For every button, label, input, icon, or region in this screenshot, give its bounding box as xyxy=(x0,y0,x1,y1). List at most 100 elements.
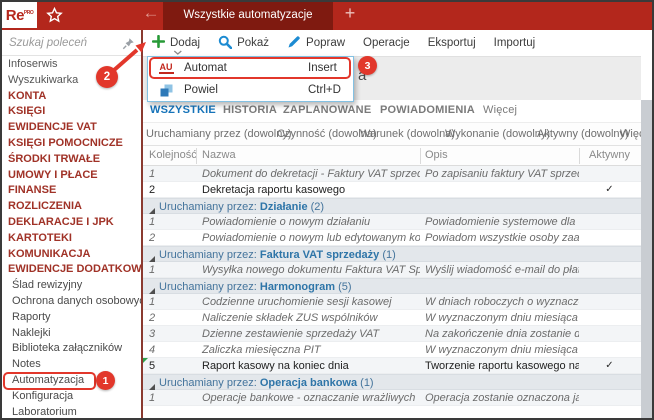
column-header-nazwa[interactable]: Nazwa xyxy=(202,149,236,161)
column-header-aktywny[interactable]: Aktywny xyxy=(579,149,640,161)
table-row[interactable]: 3 Dzienne zestawienie sprzedaży VAT Na zak… xyxy=(143,326,641,342)
sidebar-item-ksi-gi[interactable]: KSIĘGI xyxy=(2,104,141,120)
group-header-dzia-anie[interactable]: Uruchamiany przez: Działanie (2) xyxy=(143,198,641,215)
pencil-icon xyxy=(287,35,301,52)
group-header-faktura-vat-sprzeda-y[interactable]: Uruchamiany przez: Faktura VAT sprzedaży… xyxy=(143,246,641,263)
filter-aktywny-dowolny[interactable]: Aktywny (dowolny) xyxy=(537,128,629,140)
column-header-kolejnosc[interactable]: Kolejność xyxy=(149,149,197,161)
filter-uruchamiany-przez-dowolny[interactable]: Uruchamiany przez (dowolny) xyxy=(146,128,292,140)
sidebar-item-rodki-trwa-e[interactable]: ŚRODKI TRWAŁE xyxy=(2,152,141,168)
cell-nazwa: Zaliczka miesięczna PIT xyxy=(202,344,321,356)
sidebar-item-ksi-gi-pomocnicze[interactable]: KSIĘGI POMOCNICZE xyxy=(2,136,141,152)
back-arrow-icon[interactable]: ← xyxy=(140,3,162,23)
view-tabs: WSZYSTKIE HISTORIA ZAPLANOWANE POWIADOMIENI… xyxy=(143,100,641,122)
sidebar-item-biblioteka-za-cznik-w[interactable]: Biblioteka załączników xyxy=(2,341,141,357)
table-row[interactable]: 2 Dekretacja raportu kasowego ✓ xyxy=(143,182,641,198)
new-tab-plus-icon[interactable]: + xyxy=(340,3,360,24)
sidebar-item-konfiguracja[interactable]: Konfiguracja xyxy=(2,389,141,405)
button-label: Popraw xyxy=(306,37,346,49)
sidebar-item-kartoteki[interactable]: KARTOTEKI xyxy=(2,231,141,247)
favorites-star-icon[interactable] xyxy=(46,6,63,28)
menu-item-label: Automat xyxy=(184,62,227,74)
filter-bar: Uruchamiany przez (dowolny) Czynność (dow… xyxy=(143,122,653,146)
cell-kolejnosc: 4 xyxy=(149,344,156,356)
app-logo[interactable]: RePRO xyxy=(2,2,37,28)
dodaj-button[interactable]: Dodaj xyxy=(143,30,209,56)
cell-nazwa: Wysyłka nowego dokumentu Faktura VAT Spr… xyxy=(202,264,420,276)
cell-opis: Powiadomienie systemowe dla wykon... xyxy=(425,216,579,228)
sidebar-item-ewidencje-dodatkowe[interactable]: EWIDENCJE DODATKOWE xyxy=(2,262,141,278)
tab-historia[interactable]: HISTORIA xyxy=(223,104,277,116)
search-input[interactable] xyxy=(9,34,119,52)
cell-nazwa: Codzienne uruchomienie sesji kasowej xyxy=(202,296,392,308)
popraw-button[interactable]: Popraw xyxy=(278,30,354,56)
eksportuj-button[interactable]: Eksportuj xyxy=(419,30,485,56)
group-header-operacja-bankowa[interactable]: Uruchamiany przez: Operacja bankowa (1) xyxy=(143,374,641,391)
cell-opis: Operacja zostanie oznaczona jako wr... xyxy=(425,392,579,404)
sidebar-item-deklaracje-i-jpk[interactable]: DEKLARACJE I JPK xyxy=(2,215,141,231)
sidebar-item-ochrona-danych-osobowych[interactable]: Ochrona danych osobowych xyxy=(2,294,141,310)
cell-kolejnosc: 5 xyxy=(149,360,156,372)
cell-opis: Tworzenie raportu kasowego na koni... xyxy=(425,360,579,372)
menu-item-powiel[interactable]: Powiel Ctrl+D xyxy=(148,79,353,101)
table-row[interactable]: 2 Powiadomienie o nowym lub edytowanym ko… xyxy=(143,230,641,246)
add-dropdown-menu: AU Automat Insert Powiel Ctrl+D xyxy=(147,56,354,102)
cell-opis: W wyznaczonym dniu miesiąca zosta... xyxy=(425,344,579,356)
operacje-button[interactable]: Operacje xyxy=(354,30,419,56)
sidebar-item-automatyzacja[interactable]: Automatyzacja xyxy=(2,373,141,389)
automat-au-icon: AU xyxy=(158,62,174,74)
sidebar-item-komunikacja[interactable]: KOMUNIKACJA xyxy=(2,247,141,263)
vertical-scrollbar[interactable] xyxy=(641,100,652,418)
button-label: Importuj xyxy=(493,37,536,49)
table-row[interactable]: 1 Wysyłka nowego dokumentu Faktura VAT Sp… xyxy=(143,262,641,278)
window-tab-active[interactable]: Wszystkie automatyzacje xyxy=(163,0,333,30)
sidebar-item-wyszukiwarka[interactable]: Wyszukiwarka xyxy=(2,73,141,89)
app-window: RePRO ← Wszystkie automatyzacje + Infose… xyxy=(0,0,654,420)
sidebar-item-naklejki[interactable]: Naklejki xyxy=(2,326,141,342)
title-bar: RePRO ← Wszystkie automatyzacje + xyxy=(0,0,654,30)
sidebar-item-infoserwis[interactable]: Infoserwis xyxy=(2,57,141,73)
cell-kolejnosc: 1 xyxy=(149,392,156,404)
command-search xyxy=(2,30,141,56)
table-row[interactable]: 1 Operacje bankowe - oznaczanie wrażliwyc… xyxy=(143,390,641,406)
table-row[interactable]: 1 Dokument do dekretacji - Faktury VAT sp… xyxy=(143,166,641,182)
group-header-harmonogram[interactable]: Uruchamiany przez: Harmonogram (5) xyxy=(143,278,641,295)
cell-kolejnosc: 3 xyxy=(149,328,156,340)
table-row[interactable]: 4 Zaliczka miesięczna PIT W wyznaczonym dn… xyxy=(143,342,641,358)
sidebar-item-notes[interactable]: Notes xyxy=(2,357,141,373)
copy-icon xyxy=(156,84,176,97)
sidebar-item-raporty[interactable]: Raporty xyxy=(2,310,141,326)
tab-zaplanowane[interactable]: ZAPLANOWANE xyxy=(283,104,371,116)
filter-warunek-dowolna[interactable]: Warunek (dowolna) xyxy=(360,128,455,140)
pin-icon[interactable] xyxy=(122,37,135,55)
column-separator[interactable] xyxy=(196,148,197,164)
cell-kolejnosc: 1 xyxy=(149,216,156,228)
table-row[interactable]: 1 Codzienne uruchomienie sesji kasowej W d… xyxy=(143,294,641,310)
tab-wszystkie[interactable]: WSZYSTKIE xyxy=(150,104,216,116)
column-separator[interactable] xyxy=(579,148,580,164)
sidebar-item-ewidencje-vat[interactable]: EWIDENCJE VAT xyxy=(2,120,141,136)
table-row[interactable]: 1 Powiadomienie o nowym działaniu Powiadom… xyxy=(143,214,641,230)
tab-wi-cej[interactable]: Więcej xyxy=(483,104,517,116)
cell-opis: Powiadom wszystkie osoby zaangażo... xyxy=(425,232,579,244)
tab-powiadomienia[interactable]: POWIADOMIENIA xyxy=(380,104,475,116)
filter-wykonanie-dowolny[interactable]: Wykonanie (dowolny) xyxy=(445,128,550,140)
group-header-label: Uruchamiany przez: Harmonogram (5) xyxy=(159,281,352,293)
menu-item-automat[interactable]: AU Automat Insert xyxy=(148,57,353,79)
sidebar-item-laboratorium[interactable]: Laboratorium xyxy=(2,405,141,418)
toolbar: Dodaj Pokaż Popraw Operacje Eksportuj Importu… xyxy=(143,30,641,56)
sidebar-item-finanse[interactable]: FINANSE xyxy=(2,183,141,199)
automation-table: Kolejność Nazwa Opis Aktywny 1 Dokument d… xyxy=(143,146,641,418)
sidebar-item-konta[interactable]: KONTA xyxy=(2,89,141,105)
column-separator[interactable] xyxy=(420,148,421,164)
poka-button[interactable]: Pokaż xyxy=(209,30,278,56)
table-row[interactable]: 5 Raport kasowy na koniec dnia Tworzenie r… xyxy=(143,358,641,374)
sidebar-item-umowy-i-p-ace[interactable]: UMOWY I PŁACE xyxy=(2,168,141,184)
sidebar-item-rozliczenia[interactable]: ROZLICZENIA xyxy=(2,199,141,215)
cell-kolejnosc: 1 xyxy=(149,296,156,308)
table-row[interactable]: 2 Naliczenie składek ZUS wspólników W wyzn… xyxy=(143,310,641,326)
sidebar-item-lad-rewizyjny[interactable]: Ślad rewizyjny xyxy=(2,278,141,294)
cell-nazwa: Raport kasowy na koniec dnia xyxy=(202,360,349,372)
importuj-button[interactable]: Importuj xyxy=(485,30,545,56)
column-header-opis[interactable]: Opis xyxy=(425,149,448,161)
